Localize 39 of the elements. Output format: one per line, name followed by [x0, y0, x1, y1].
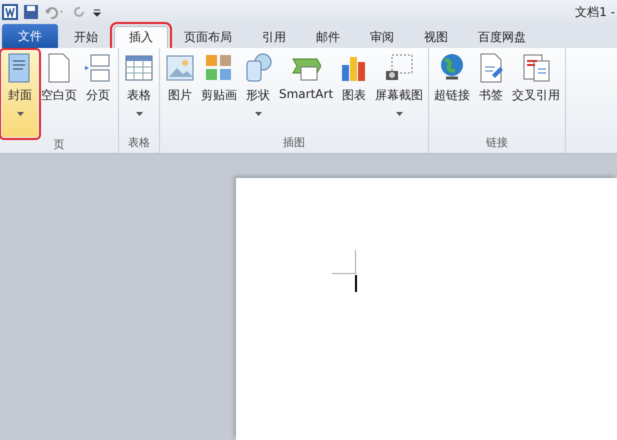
caret-icon: [396, 112, 403, 116]
ribbon-button[interactable]: 空白页: [38, 51, 80, 121]
window-title: 文档1 -: [575, 4, 615, 20]
ribbon-tab[interactable]: 百度网盘: [464, 26, 540, 48]
group-label: 链接: [485, 135, 510, 151]
ribbon-button[interactable]: 书签: [473, 51, 510, 121]
text-cursor: [355, 275, 357, 292]
ribbon-icon: [165, 53, 195, 83]
ribbon-button[interactable]: 屏幕截图: [372, 51, 426, 121]
ribbon-button[interactable]: 分页: [80, 51, 116, 121]
ribbon-tab[interactable]: 开始: [60, 26, 112, 48]
save-icon[interactable]: [24, 5, 38, 19]
file-tab[interactable]: 文件: [2, 24, 58, 48]
ribbon-button[interactable]: 剪贴画: [198, 51, 240, 121]
ribbon-tab[interactable]: 页面布局: [170, 26, 246, 48]
app-logo-icon: [2, 4, 18, 20]
ribbon-tab[interactable]: 引用: [248, 26, 300, 48]
ribbon-tab[interactable]: 视图: [410, 26, 462, 48]
ribbon-icon: [124, 53, 154, 83]
ribbon-button[interactable]: 形状: [240, 51, 276, 121]
caret-icon: [16, 112, 24, 116]
ribbon-tab[interactable]: 邮件: [302, 26, 354, 48]
ribbon-icon: [384, 53, 414, 83]
group-label: 表格: [127, 135, 151, 151]
ribbon-icon: [521, 53, 552, 83]
margin-corner-mark: [332, 250, 356, 274]
ribbon-button[interactable]: 超链接: [431, 51, 474, 121]
ribbon-button[interactable]: 图片: [162, 51, 198, 121]
ribbon-button[interactable]: 封面: [2, 51, 38, 137]
group-label: 页: [52, 137, 66, 153]
caret-icon: [254, 112, 262, 116]
group-label: 插图: [282, 135, 306, 151]
ribbon-button[interactable]: 表格: [121, 51, 157, 121]
ribbon-icon: [204, 53, 234, 83]
ribbon-tab[interactable]: 审阅: [356, 26, 408, 48]
caret-icon: [136, 112, 142, 116]
ribbon-button[interactable]: 图表: [336, 51, 372, 121]
ribbon-button[interactable]: 交叉引用: [509, 51, 564, 121]
ribbon-button[interactable]: SmartArt: [276, 51, 336, 121]
